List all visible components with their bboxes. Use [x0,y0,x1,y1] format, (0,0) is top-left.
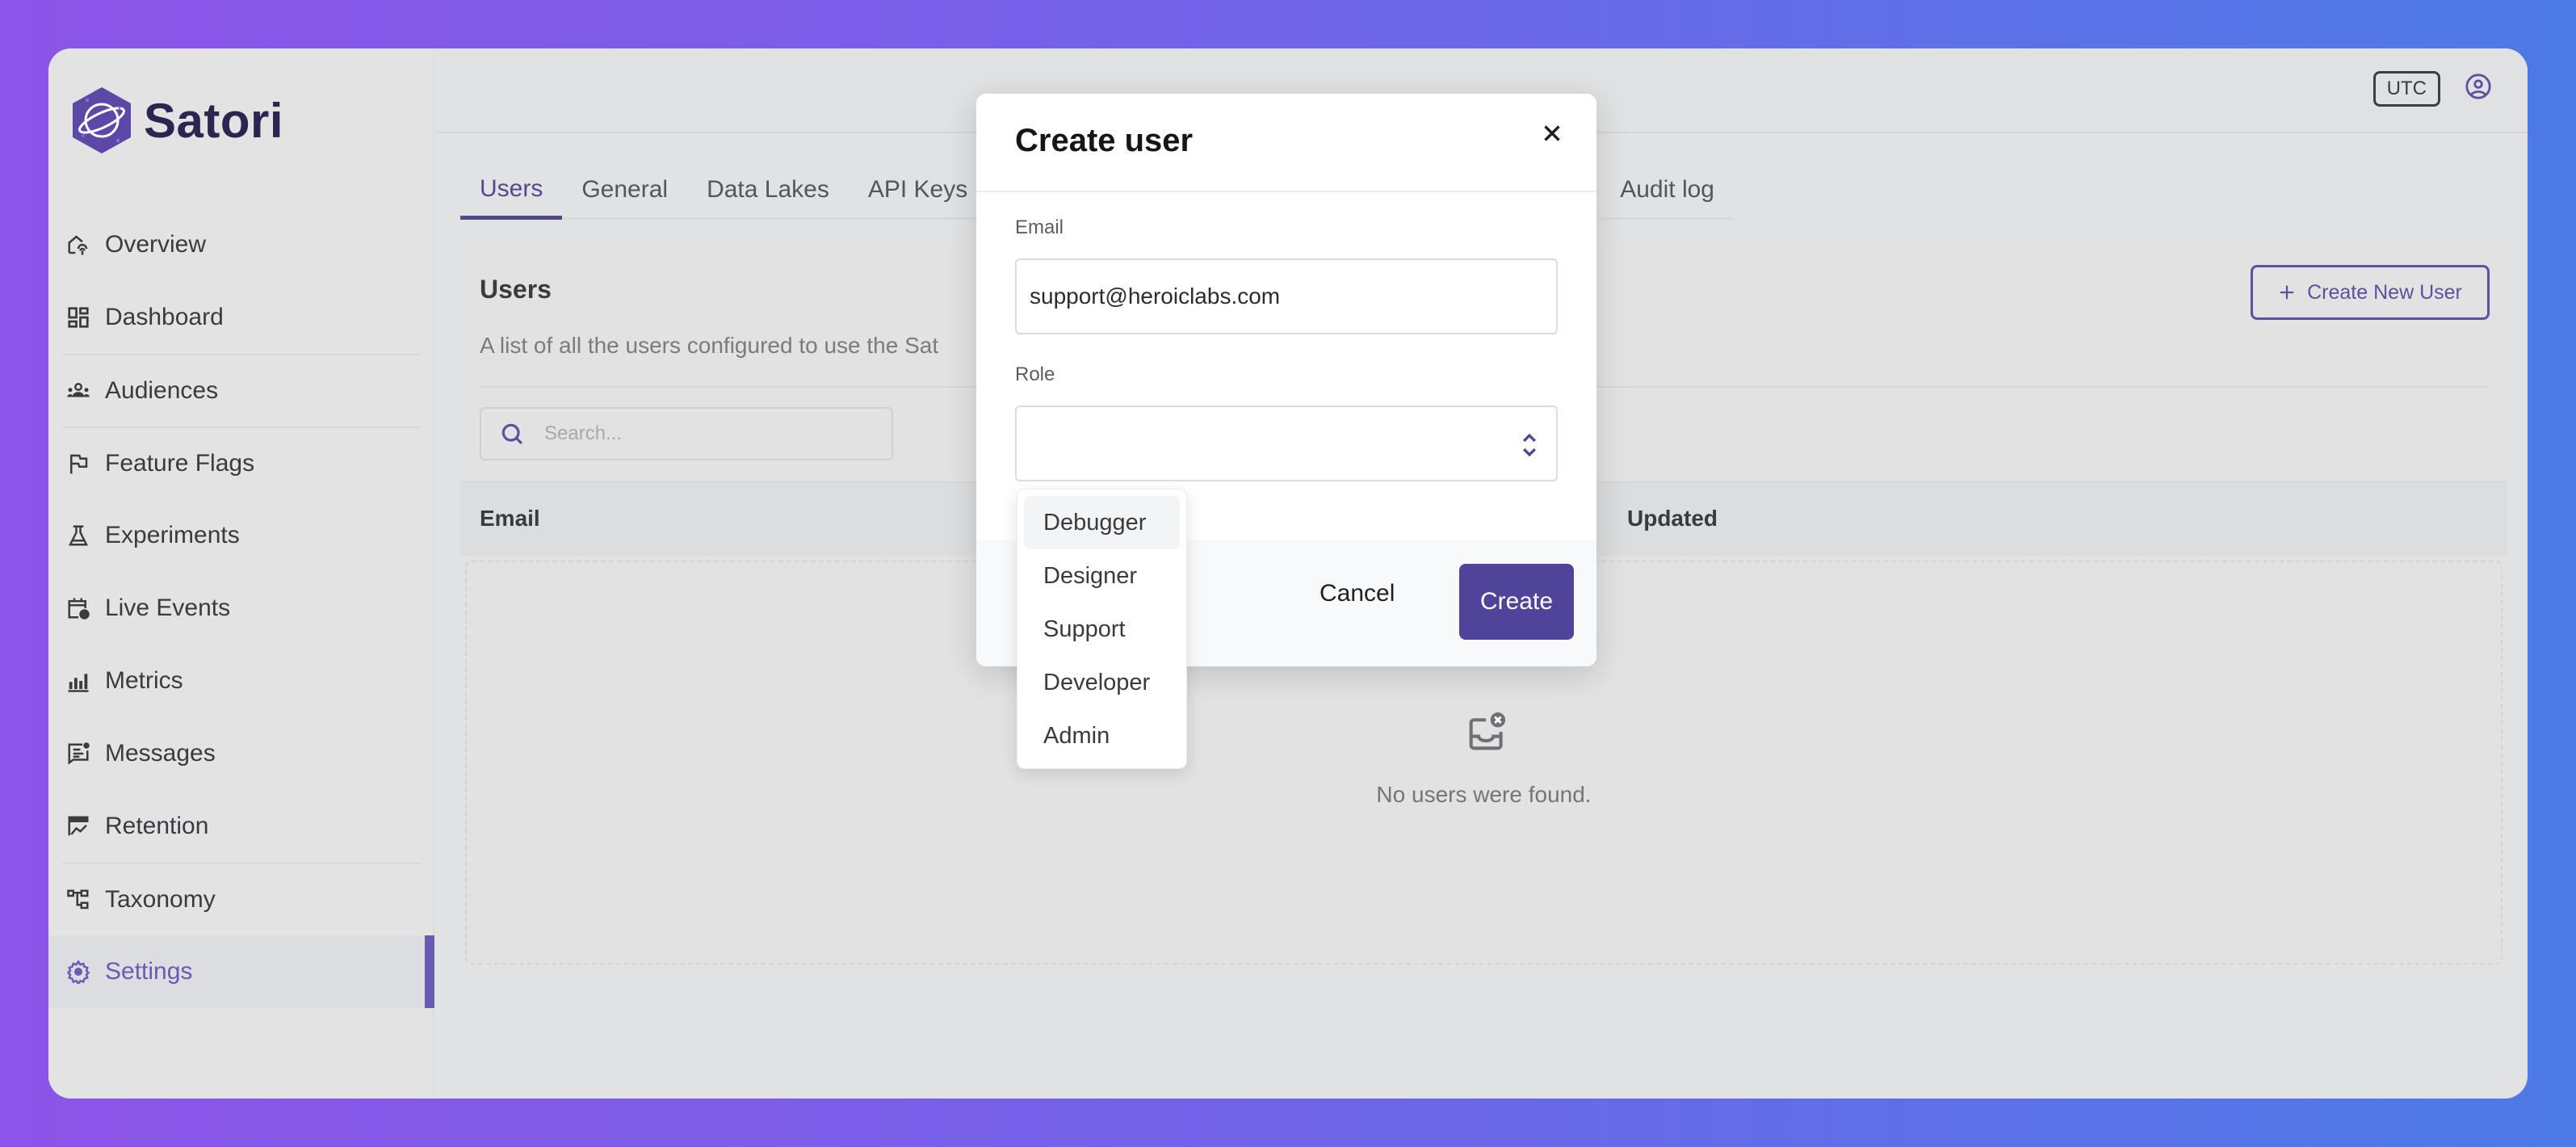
sidebar-item-messages[interactable]: Messages [48,717,434,790]
role-option-developer[interactable]: Developer [1024,656,1180,709]
tab-api-keys[interactable]: API Keys [848,162,988,220]
sidebar-nav: Overview Dashboard Audiences Feature Fla… [48,208,434,1008]
logo[interactable]: Satori [71,86,283,155]
satori-logo-icon [73,87,131,153]
sidebar-item-audiences[interactable]: Audiences [61,354,422,426]
role-option-debugger[interactable]: Debugger [1024,496,1180,549]
role-select[interactable] [1015,405,1558,481]
sidebar-item-live-events[interactable]: Live Events [48,572,434,645]
sidebar-item-retention[interactable]: Retention [48,790,434,863]
search-input[interactable] [544,422,795,445]
create-new-user-label: Create New User [2307,280,2462,304]
empty-inbox-icon [1469,712,1506,750]
create-new-user-button[interactable]: Create New User [2251,265,2490,320]
sidebar-item-label: Settings [105,958,193,985]
gear-icon [66,960,90,984]
column-updated[interactable]: Updated [1627,506,1718,531]
column-email[interactable]: Email [480,506,540,531]
tab-data-lakes[interactable]: Data Lakes [687,162,849,220]
role-dropdown: Debugger Designer Support Developer Admi… [1017,489,1187,769]
sidebar-item-dashboard[interactable]: Dashboard [48,281,434,354]
card-title: Users [480,275,552,304]
sidebar-item-overview[interactable]: Overview [48,208,434,281]
sidebar-item-experiments[interactable]: Experiments [48,499,434,572]
message-icon [66,742,90,766]
calendar-clock-icon [66,596,90,620]
users-group-icon [66,379,90,403]
retention-chart-icon [66,814,90,838]
sidebar: Satori Overview Dashboard Audiences Feat… [48,48,434,1099]
sidebar-item-label: Feature Flags [105,450,255,477]
user-circle-icon[interactable] [2465,73,2492,100]
empty-message: No users were found. [1376,782,1592,807]
sidebar-item-settings[interactable]: Settings [48,935,434,1008]
app-name: Satori [144,93,284,148]
chevron-up-down-icon [1522,433,1537,457]
tab-audit-log[interactable]: Audit log [1601,162,1734,220]
sidebar-item-taxonomy[interactable]: Taxonomy [61,863,422,935]
house-signal-icon [66,233,90,257]
role-label: Role [1015,363,1055,385]
email-input[interactable] [1030,284,1556,309]
dashboard-icon [66,305,90,330]
modal-title: Create user [1015,123,1194,158]
search-field[interactable] [480,407,893,460]
create-button[interactable]: Create [1459,564,1574,640]
email-label: Email [1015,216,1064,238]
sidebar-item-label: Retention [105,813,209,839]
sidebar-item-label: Dashboard [105,304,224,330]
sidebar-item-label: Audiences [105,377,219,404]
sidebar-item-label: Taxonomy [105,886,216,913]
sidebar-item-label: Live Events [105,595,231,621]
flask-icon [66,523,90,548]
flag-icon [66,452,90,476]
search-icon [501,423,523,445]
card-description: A list of all the users configured to us… [480,333,939,358]
timezone-button[interactable]: UTC [2373,71,2440,107]
role-option-designer[interactable]: Designer [1024,549,1180,603]
sidebar-item-feature-flags[interactable]: Feature Flags [61,426,422,499]
email-field[interactable] [1015,258,1558,334]
sidebar-item-label: Experiments [105,522,240,548]
role-option-support[interactable]: Support [1024,603,1180,656]
divider [976,191,1596,192]
cancel-button[interactable]: Cancel [1319,580,1395,607]
sidebar-item-label: Messages [105,740,216,767]
sidebar-item-metrics[interactable]: Metrics [48,645,434,717]
plus-icon [2280,285,2294,300]
sidebar-item-label: Metrics [105,667,183,694]
sidebar-item-label: Overview [105,231,207,258]
bar-chart-icon [66,669,90,693]
tab-general[interactable]: General [562,162,688,220]
role-option-admin[interactable]: Admin [1024,709,1180,763]
tab-users[interactable]: Users [460,162,563,220]
hierarchy-icon [66,888,90,912]
close-icon[interactable] [1538,120,1566,147]
